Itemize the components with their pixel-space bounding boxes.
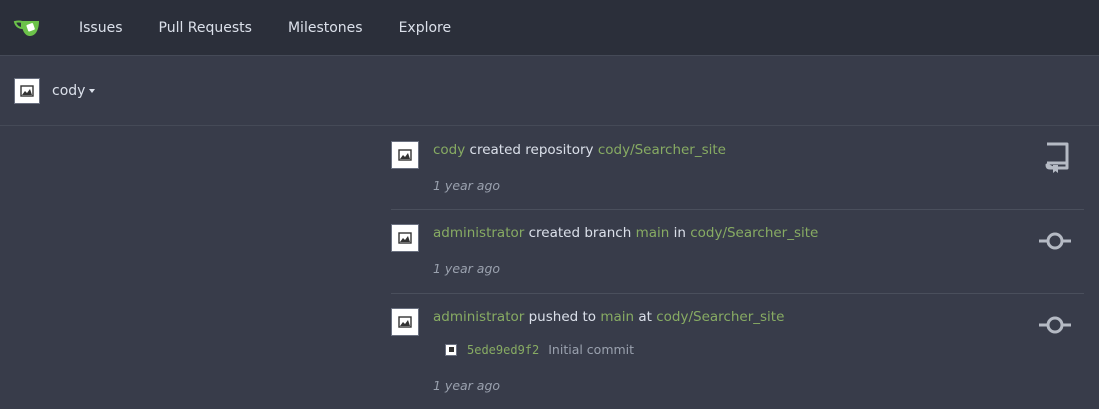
repo-link[interactable]: cody/Searcher_site <box>598 142 726 158</box>
repo-link[interactable]: cody/Searcher_site <box>690 225 818 241</box>
commit-message: Initial commit <box>548 342 635 357</box>
nav-milestones[interactable]: Milestones <box>288 20 363 36</box>
feed-item: administrator pushed to main at cody/Sea… <box>391 294 1084 409</box>
feed-item-text: administrator pushed to main at cody/Sea… <box>433 309 784 325</box>
nav-pull-requests[interactable]: Pull Requests <box>159 20 252 36</box>
branch-link[interactable]: main <box>636 225 670 241</box>
avatar[interactable] <box>391 141 419 169</box>
feed-item-text: administrator created branch main in cod… <box>433 225 818 241</box>
context-user-name: cody <box>52 82 86 99</box>
action-text: pushed to <box>528 309 597 325</box>
feed-item: administrator created branch main in cod… <box>391 210 1084 294</box>
actor-link[interactable]: administrator <box>433 225 524 241</box>
top-navbar: Issues Pull Requests Milestones Explore <box>0 0 1099 56</box>
commit-entry: 5ede9ed9f2 Initial commit <box>445 342 634 357</box>
repo-icon <box>1042 141 1072 179</box>
branch-link[interactable]: main <box>600 309 634 325</box>
actor-link[interactable]: cody <box>433 142 465 158</box>
gitea-logo-icon[interactable] <box>13 17 43 39</box>
commit-icon <box>1038 314 1072 340</box>
chevron-down-icon <box>89 88 96 93</box>
commit-icon <box>1038 230 1072 256</box>
avatar <box>14 77 40 104</box>
avatar[interactable] <box>391 308 419 336</box>
avatar[interactable] <box>445 343 457 356</box>
preposition-text: in <box>673 225 686 241</box>
feed-item-time: 1 year ago <box>433 261 501 276</box>
avatar[interactable] <box>391 224 419 252</box>
activity-feed: cody created repository cody/Searcher_si… <box>391 127 1084 409</box>
feed-item-text: cody created repository cody/Searcher_si… <box>433 142 726 158</box>
preposition-text: at <box>638 309 652 325</box>
action-text: created branch <box>528 225 632 241</box>
action-text: created repository <box>469 142 594 158</box>
feed-item-time: 1 year ago <box>433 178 501 193</box>
dashboard-context-bar: cody <box>0 56 1099 126</box>
feed-item-time: 1 year ago <box>433 378 501 393</box>
repo-link[interactable]: cody/Searcher_site <box>656 309 784 325</box>
context-user-switcher[interactable]: cody <box>14 77 96 104</box>
feed-item: cody created repository cody/Searcher_si… <box>391 127 1084 210</box>
actor-link[interactable]: administrator <box>433 309 524 325</box>
commit-sha-link[interactable]: 5ede9ed9f2 <box>467 343 539 357</box>
nav-explore[interactable]: Explore <box>399 20 452 36</box>
nav-issues[interactable]: Issues <box>79 20 123 36</box>
